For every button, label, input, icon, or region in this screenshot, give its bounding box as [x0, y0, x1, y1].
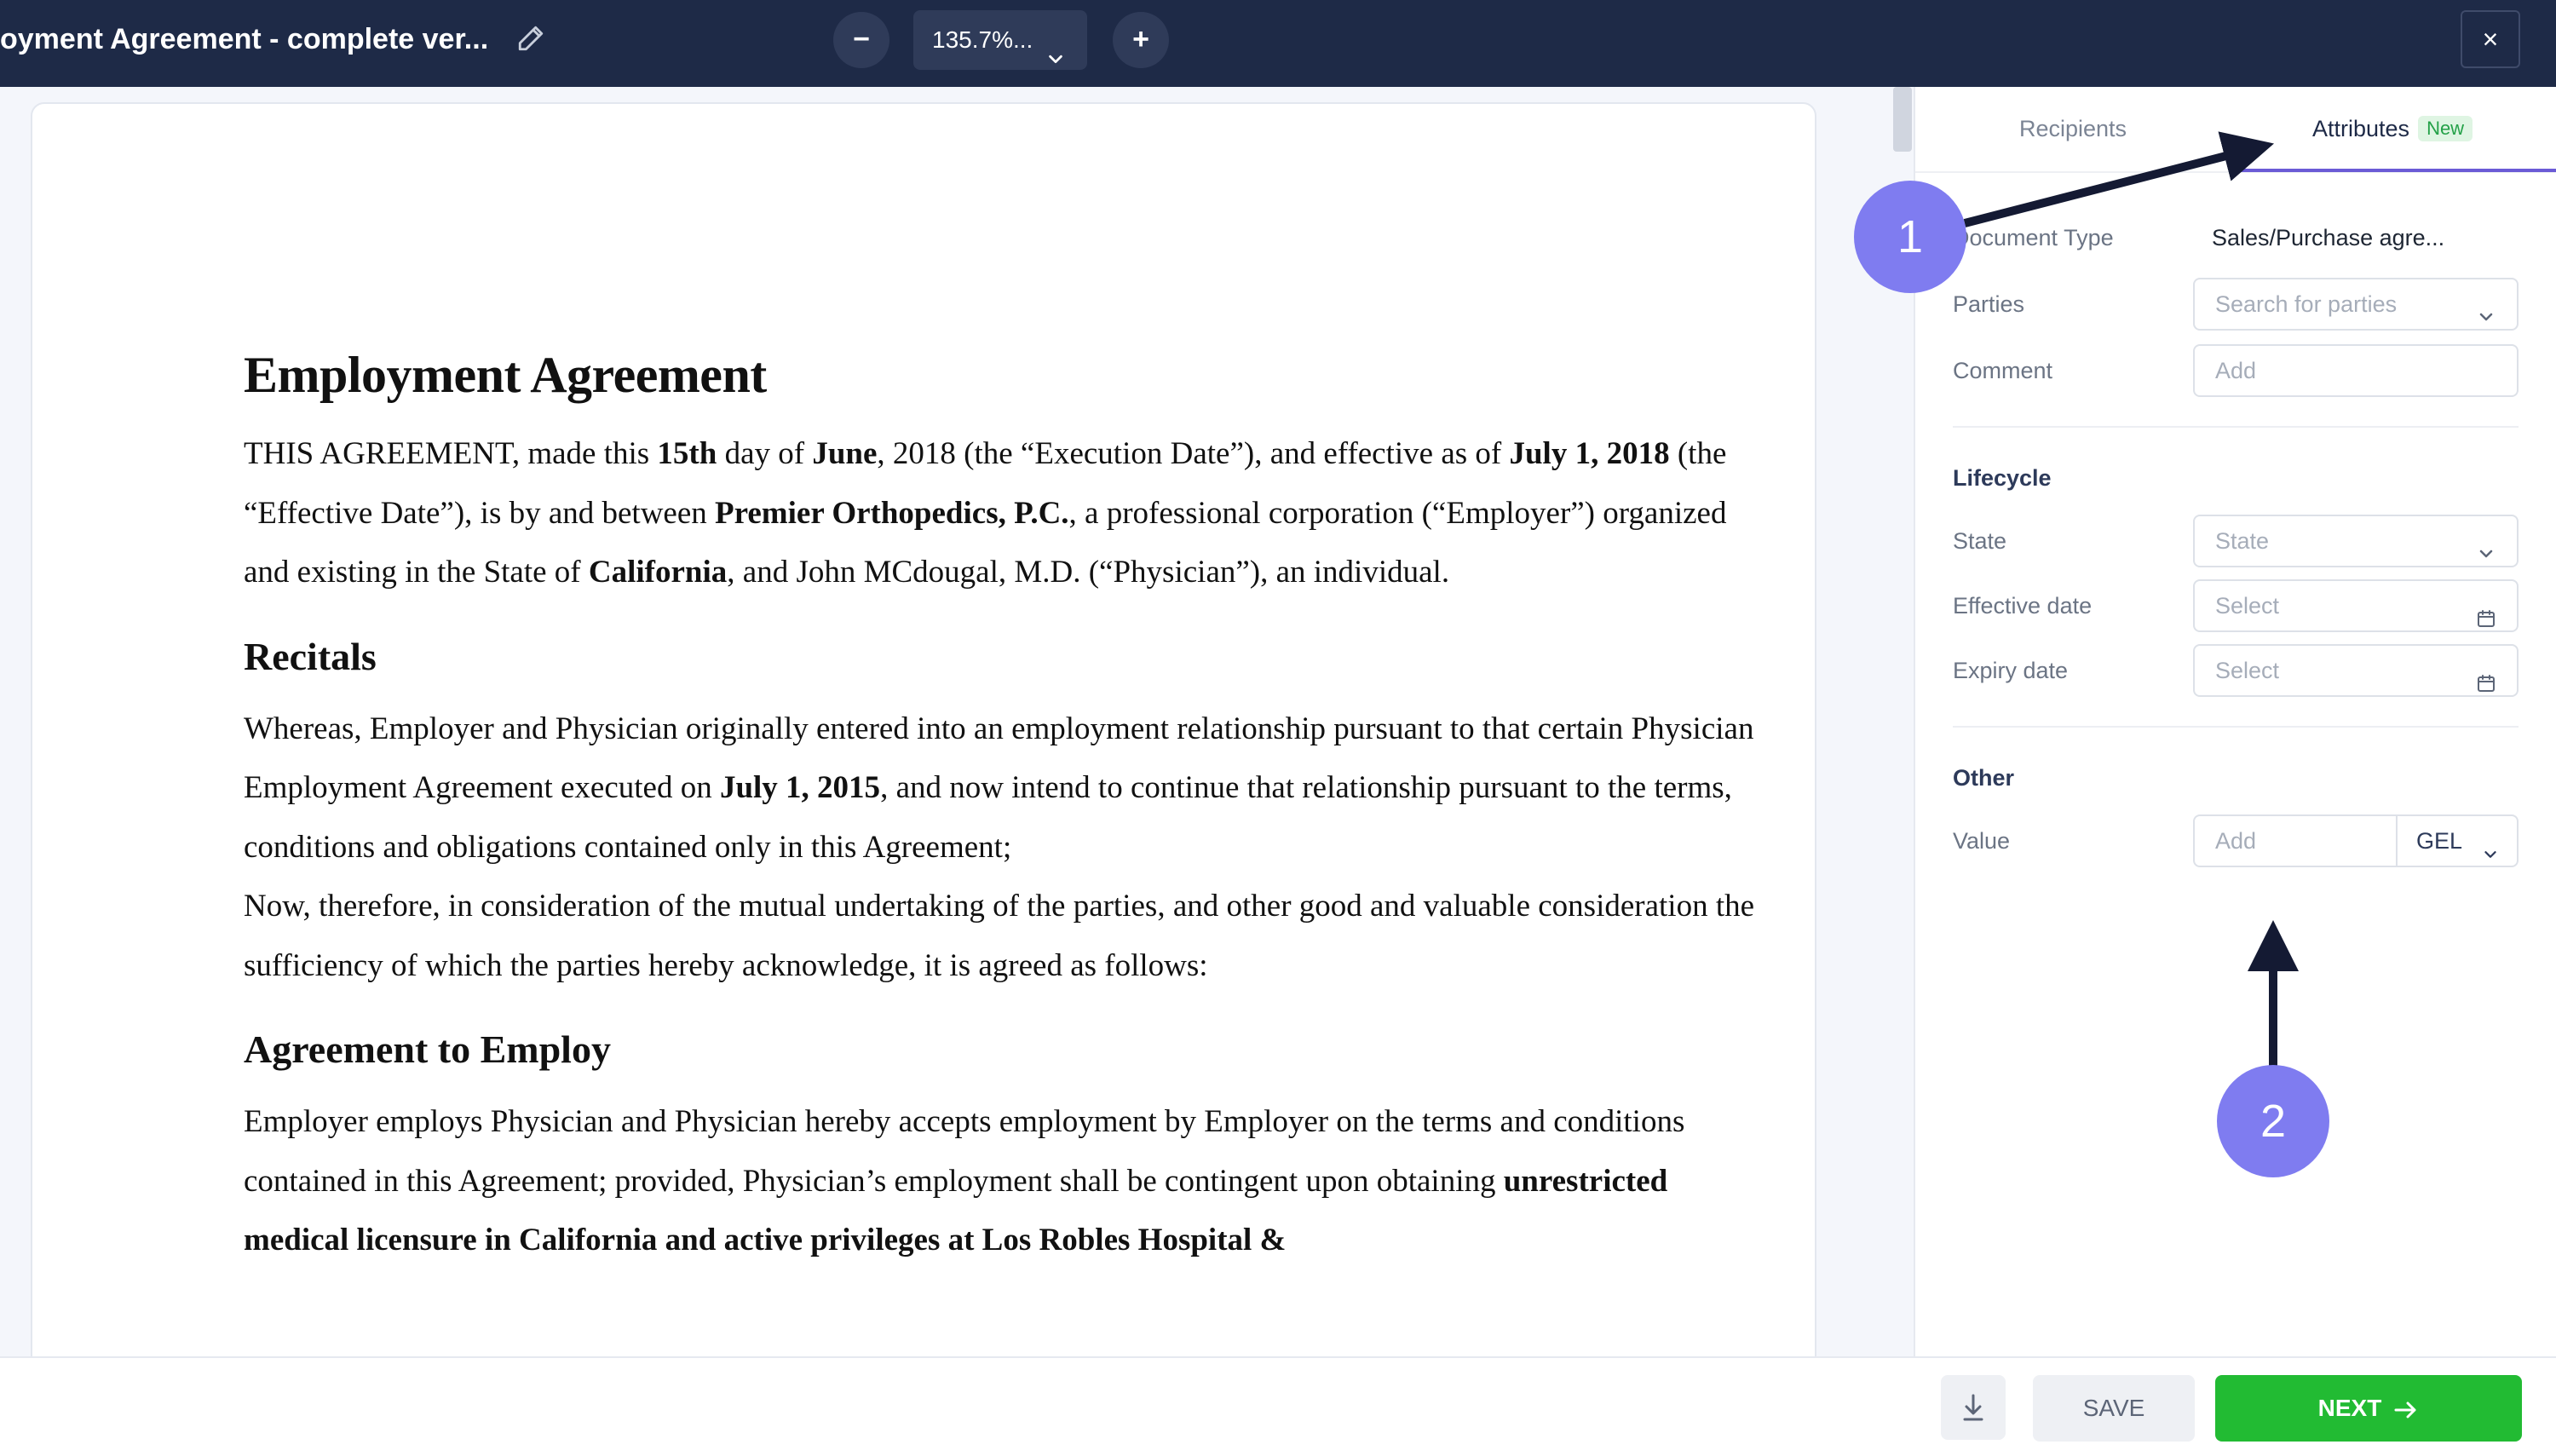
annotation-marker-2: 2	[2217, 1065, 2329, 1177]
arrow-to-attributes-tab	[1963, 131, 2275, 227]
annotation-marker-1: 1	[1854, 181, 1966, 293]
annotation-arrows	[1963, 131, 2299, 1068]
